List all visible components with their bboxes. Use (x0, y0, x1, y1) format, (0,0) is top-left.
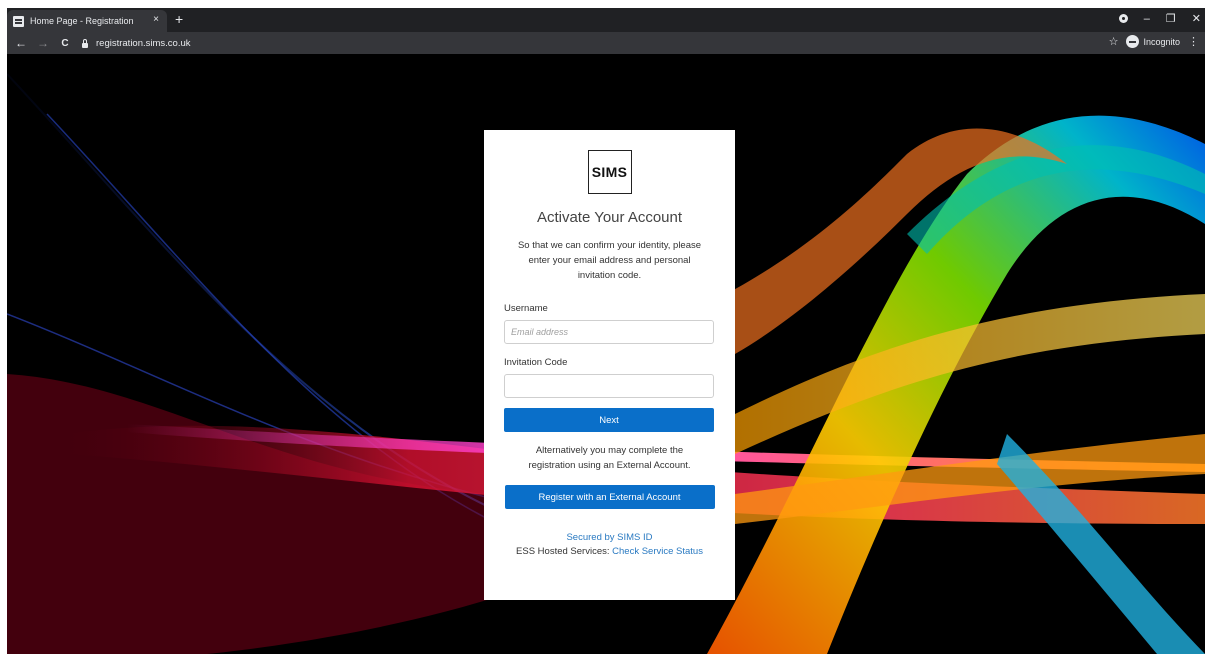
intro-text: So that we can confirm your identity, pl… (517, 240, 702, 281)
username-input[interactable] (504, 320, 714, 344)
restore-button[interactable]: ❐ (1166, 12, 1176, 25)
page-viewport: SIMS Activate Your Account So that we ca… (7, 54, 1205, 654)
extension-icon[interactable] (1118, 14, 1128, 23)
star-icon[interactable]: ☆ (1109, 35, 1119, 48)
register-external-account-button[interactable]: Register with an External Account (504, 485, 715, 509)
ess-hosted-services-label: ESS Hosted Services: (516, 546, 613, 557)
browser-toolbar: ← → C registration.sims.co.uk ☆ Incognit… (7, 32, 1205, 54)
new-tab-button[interactable]: + (175, 12, 183, 26)
tab-favicon-icon (13, 15, 24, 27)
toolbar-right: ☆ Incognito ⋮ (1109, 35, 1199, 48)
close-window-button[interactable]: ✕ (1192, 12, 1201, 25)
invitation-code-input[interactable] (504, 374, 714, 398)
url-text[interactable]: registration.sims.co.uk (96, 38, 191, 49)
browser-window: Home Page - Registration × + – ❐ ✕ ← → C… (7, 8, 1205, 654)
browser-tab[interactable]: Home Page - Registration × (7, 10, 167, 32)
username-label: Username (504, 303, 548, 314)
incognito-label: Incognito (1143, 36, 1180, 47)
incognito-indicator[interactable]: Incognito (1126, 35, 1180, 48)
activation-form: Username Invitation Code Next (484, 303, 735, 432)
window-controls: – ❐ ✕ (1118, 12, 1201, 25)
page-title: Activate Your Account (536, 209, 683, 226)
forward-button[interactable]: → (35, 36, 51, 50)
incognito-icon (1126, 35, 1140, 48)
check-service-status-link[interactable]: Check Service Status (612, 546, 703, 557)
secured-by-sims-id-link[interactable]: Secured by SIMS ID (566, 532, 652, 543)
invitation-code-label: Invitation Code (504, 357, 568, 368)
tab-title: Home Page - Registration (30, 16, 134, 26)
sims-logo: SIMS (587, 150, 632, 194)
tab-close-icon[interactable]: × (153, 14, 159, 25)
tab-strip: Home Page - Registration × + – ❐ ✕ (7, 8, 1205, 32)
next-button[interactable]: Next (504, 408, 714, 432)
reload-button[interactable]: C (57, 38, 73, 49)
kebab-menu-icon[interactable]: ⋮ (1188, 35, 1199, 48)
back-button[interactable]: ← (13, 36, 29, 50)
alternative-text: Alternatively you may complete the regis… (528, 445, 691, 471)
address-bar[interactable]: registration.sims.co.uk (81, 34, 191, 52)
activation-card: SIMS Activate Your Account So that we ca… (484, 130, 735, 600)
lock-icon[interactable] (81, 38, 89, 48)
card-footer: Secured by SIMS ID ESS Hosted Services: … (484, 531, 735, 559)
minimize-button[interactable]: – (1144, 13, 1150, 25)
